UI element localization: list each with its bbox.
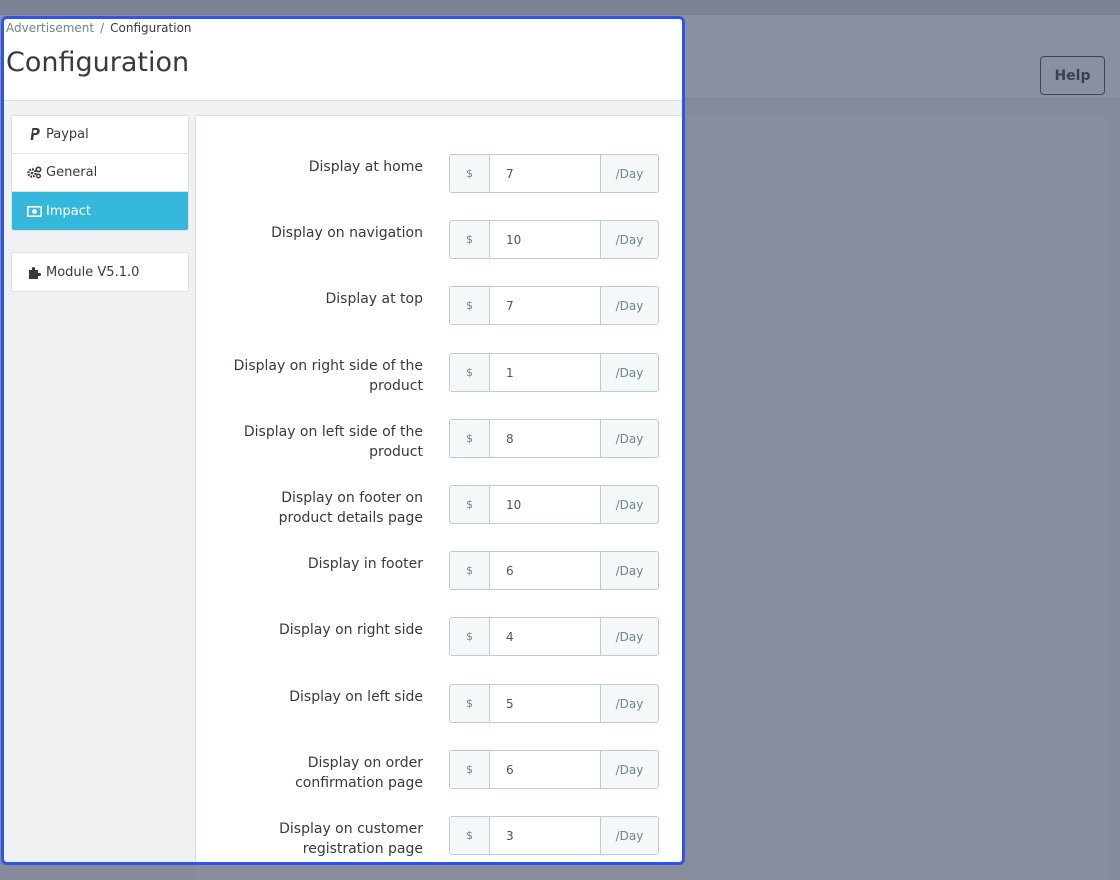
unit-addon: /Day <box>600 552 658 589</box>
price-input[interactable] <box>490 354 600 391</box>
sidebar: Paypal General Impact Module V5.1.0 <box>11 115 189 292</box>
sidebar-item-general[interactable]: General <box>12 154 188 192</box>
price-input-group: $ /Day <box>449 684 659 723</box>
currency-addon: $ <box>450 287 490 324</box>
field-label: Display on left side <box>289 689 423 705</box>
currency-addon: $ <box>450 817 490 854</box>
price-input-group: $ /Day <box>449 750 659 789</box>
price-input-group: $ /Day <box>449 485 659 524</box>
field-label: Display on order confirmation page <box>295 755 423 791</box>
form-row: Display on right side $ /Day <box>196 617 682 657</box>
form-row: Display on customer registration page $ /D… <box>196 816 682 857</box>
price-input[interactable] <box>490 486 600 523</box>
form-row: Display on order confirmation page $ /Day <box>196 750 682 791</box>
page-title: Configuration <box>6 47 190 78</box>
module-version-box: Module V5.1.0 <box>11 252 189 292</box>
form-row: Display on left side $ /Day <box>196 684 682 724</box>
field-label: Display at home <box>308 159 423 175</box>
sidebar-item-impact[interactable]: Impact <box>12 192 188 230</box>
breadcrumb-current: Configuration <box>110 21 192 35</box>
price-input[interactable] <box>490 552 600 589</box>
field-label: Display on navigation <box>271 225 423 241</box>
help-button[interactable]: Help <box>1040 56 1105 95</box>
price-input-group: $ /Day <box>449 816 659 855</box>
currency-addon: $ <box>450 618 490 655</box>
price-input-group: $ /Day <box>449 419 659 458</box>
form-row: Display on right side of the product $ /Da… <box>196 353 682 394</box>
paypal-icon <box>27 128 42 142</box>
price-input[interactable] <box>490 817 600 854</box>
form-row: Display on footer on product details pag… <box>196 485 682 526</box>
sidebar-item-paypal[interactable]: Paypal <box>12 116 188 154</box>
unit-addon: /Day <box>600 685 658 722</box>
unit-addon: /Day <box>600 155 658 192</box>
price-input-group: $ /Day <box>449 286 659 325</box>
unit-addon: /Day <box>600 287 658 324</box>
gears-icon <box>27 166 42 180</box>
sidebar-item-label: Paypal <box>46 127 89 142</box>
price-input[interactable] <box>490 155 600 192</box>
field-label: Display on left side of the product <box>243 424 423 460</box>
price-input[interactable] <box>490 221 600 258</box>
background-topbar <box>0 0 1120 15</box>
form-row: Display in footer $ /Day <box>196 551 682 591</box>
form-row: Display at top $ /Day <box>196 286 682 326</box>
unit-addon: /Day <box>600 486 658 523</box>
field-label: Display in footer <box>307 556 423 572</box>
price-input-group: $ /Day <box>449 617 659 656</box>
unit-addon: /Day <box>600 751 658 788</box>
field-label: Display on footer on product details pag… <box>278 490 423 526</box>
form-row: Display on left side of the product $ /Day <box>196 419 682 460</box>
sidebar-item-label: Impact <box>46 203 91 219</box>
breadcrumb: Advertisement / Configuration <box>6 21 192 35</box>
breadcrumb-parent[interactable]: Advertisement <box>6 21 94 35</box>
unit-addon: /Day <box>600 354 658 391</box>
unit-addon: /Day <box>600 618 658 655</box>
currency-addon: $ <box>450 552 490 589</box>
module-version: Module V5.1.0 <box>12 253 188 291</box>
field-label: Display at top <box>325 291 423 307</box>
unit-addon: /Day <box>600 420 658 457</box>
price-input[interactable] <box>490 420 600 457</box>
currency-addon: $ <box>450 685 490 722</box>
form-row: Display on navigation $ /Day <box>196 220 682 260</box>
price-input[interactable] <box>490 685 600 722</box>
price-input-group: $ /Day <box>449 551 659 590</box>
unit-addon: /Day <box>600 221 658 258</box>
currency-addon: $ <box>450 354 490 391</box>
sidebar-item-label: General <box>46 165 98 180</box>
form-row: Display at home $ /Day <box>196 154 682 194</box>
price-input[interactable] <box>490 618 600 655</box>
price-input-group: $ /Day <box>449 353 659 392</box>
unit-addon: /Day <box>600 817 658 854</box>
currency-addon: $ <box>450 155 490 192</box>
breadcrumb-separator: / <box>100 21 105 35</box>
field-label: Display on customer registration page <box>279 821 423 857</box>
field-label: Display on right side <box>279 622 423 638</box>
module-version-label: Module V5.1.0 <box>46 264 140 280</box>
highlighted-configuration-panel: Advertisement / Configuration Configuratio… <box>1 16 685 865</box>
price-input-group: $ /Day <box>449 220 659 259</box>
currency-addon: $ <box>450 221 490 258</box>
impact-form: Display at home$/DayDisplay on navigatio… <box>195 115 682 862</box>
money-icon <box>27 204 42 218</box>
sidebar-menu: Paypal General Impact <box>11 115 189 231</box>
puzzle-icon <box>27 265 42 279</box>
price-input[interactable] <box>490 287 600 324</box>
currency-addon: $ <box>450 486 490 523</box>
price-input[interactable] <box>490 751 600 788</box>
currency-addon: $ <box>450 751 490 788</box>
price-input-group: $ /Day <box>449 154 659 193</box>
page-header: Advertisement / Configuration Configuratio… <box>4 19 682 101</box>
field-label: Display on right side of the product <box>233 358 423 394</box>
currency-addon: $ <box>450 420 490 457</box>
